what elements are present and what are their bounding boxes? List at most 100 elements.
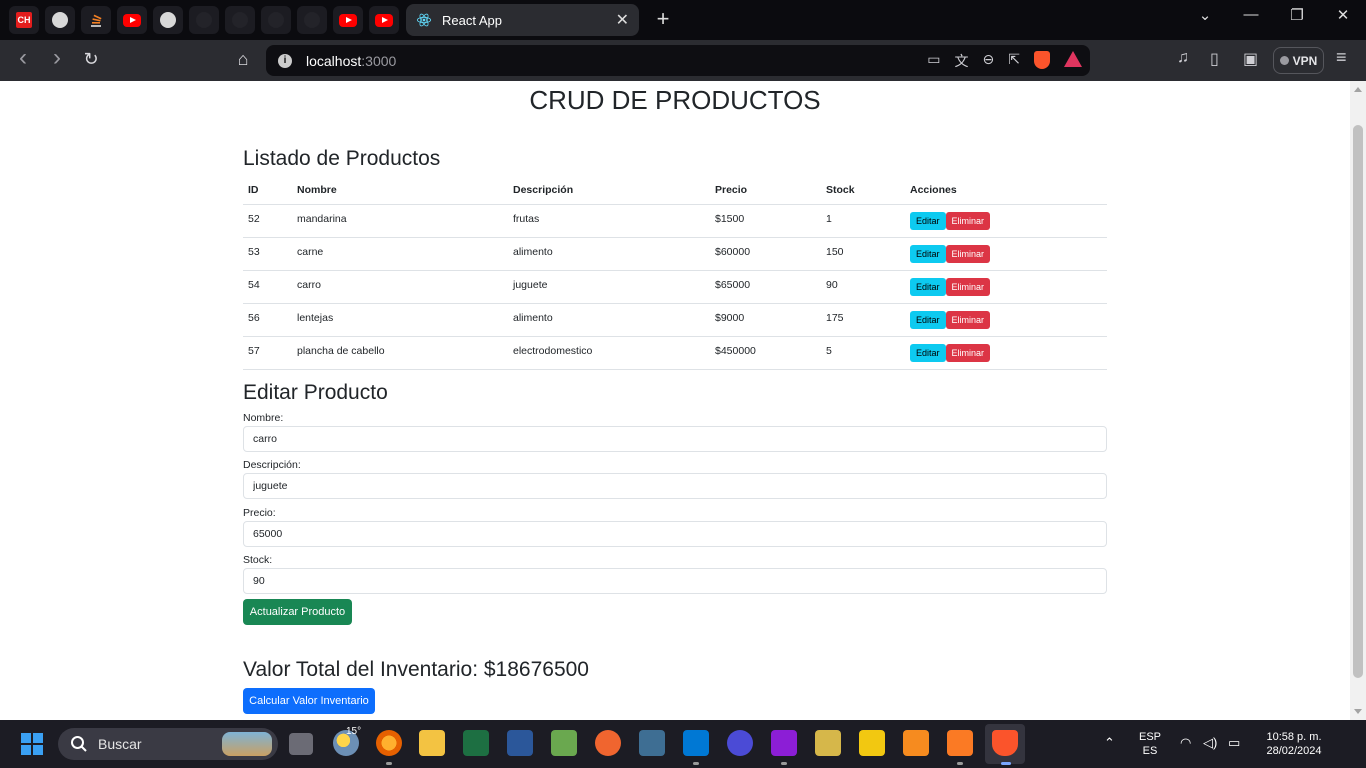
running-indicator [781, 762, 787, 765]
pinned-tab-ch[interactable]: CH [9, 6, 39, 34]
cell-descripcion: alimento [508, 237, 710, 271]
page-scrollbar[interactable] [1350, 81, 1366, 720]
pinned-tab-dark-1[interactable] [189, 6, 219, 34]
volume-icon[interactable]: ◁) [1203, 735, 1217, 751]
calculate-inventory-button[interactable]: Calcular Valor Inventario [243, 688, 375, 714]
edit-button[interactable]: Editar [910, 244, 946, 263]
update-product-button[interactable]: Actualizar Producto [243, 599, 352, 625]
tab-search-dropdown-icon[interactable]: ⌄ [1190, 6, 1220, 24]
page-title: CRUD DE PRODUCTOS [529, 85, 821, 115]
scroll-down-icon[interactable] [1354, 709, 1362, 714]
menu-icon[interactable]: ≡ [1336, 47, 1347, 68]
language-indicator[interactable]: ESP ES [1136, 730, 1164, 758]
power-bi-icon[interactable] [859, 730, 885, 756]
window-close-icon[interactable]: ✕ [1328, 6, 1358, 24]
nombre-input[interactable] [243, 426, 1107, 452]
wifi-icon[interactable]: ◠ [1180, 735, 1191, 751]
firefox-icon[interactable] [376, 730, 402, 756]
minimize-icon[interactable]: — [1236, 6, 1266, 23]
dark-favicon-icon [232, 12, 248, 28]
pinned-tab-stackoverflow[interactable] [81, 6, 111, 34]
edit-heading: Editar Producto [243, 381, 388, 404]
descripcion-input[interactable] [243, 473, 1107, 499]
battery-icon[interactable]: ▭ [1228, 735, 1240, 751]
brave-shields-icon[interactable] [1034, 51, 1050, 69]
wallet-icon[interactable]: ▣ [1243, 49, 1258, 69]
new-tab-button[interactable]: + [652, 8, 674, 30]
nombre-label: Nombre: [243, 412, 284, 424]
cell-id: 52 [243, 204, 292, 238]
list-heading: Listado de Productos [243, 147, 441, 170]
vpn-button[interactable]: VPN [1273, 47, 1324, 74]
task-view-icon[interactable] [289, 733, 313, 755]
pinned-tab-dark-4[interactable] [297, 6, 327, 34]
excel-icon[interactable] [463, 730, 489, 756]
delete-button[interactable]: Eliminar [945, 244, 991, 263]
active-tab[interactable]: React App ✕ [406, 4, 639, 36]
clock[interactable]: 10:58 p. m. 28/02/2024 [1256, 730, 1332, 758]
delete-button[interactable]: Eliminar [945, 277, 991, 296]
windows-start-icon[interactable] [21, 733, 43, 755]
translate-icon[interactable]: 文 [955, 51, 969, 71]
pinned-tab-youtube-2[interactable] [333, 6, 363, 34]
bookmark-icon[interactable]: ⌂ [232, 49, 254, 70]
delete-button[interactable]: Eliminar [945, 310, 991, 329]
tools-app-icon[interactable] [815, 730, 841, 756]
delete-button[interactable]: Eliminar [945, 343, 991, 362]
youtube-icon [375, 13, 393, 27]
edit-button[interactable]: Editar [910, 310, 946, 329]
sidebar-icon[interactable]: ▯ [1210, 49, 1219, 69]
reload-icon[interactable]: ↻ [80, 49, 102, 70]
maximize-icon[interactable]: ❐ [1282, 6, 1312, 24]
postman-icon[interactable] [595, 730, 621, 756]
edit-button[interactable]: Editar [910, 211, 946, 230]
edit-button[interactable]: Editar [910, 277, 946, 296]
forward-icon[interactable]: › [46, 44, 68, 72]
scroll-up-icon[interactable] [1354, 87, 1362, 92]
draw-app-icon[interactable] [903, 730, 929, 756]
delete-button[interactable]: Eliminar [945, 211, 991, 230]
share-icon[interactable]: ⇱ [1008, 51, 1020, 71]
pinned-tab-globe-1[interactable] [45, 6, 75, 34]
pinned-tab-youtube-3[interactable] [369, 6, 399, 34]
cell-nombre: carne [292, 237, 508, 271]
table-row: 57 plancha de cabello electrodomestico $… [243, 336, 1107, 370]
pinned-tab-globe-2[interactable] [153, 6, 183, 34]
table-header-row: ID Nombre Descripción Precio Stock Accio… [243, 177, 1107, 205]
cast-icon[interactable]: ▭ [927, 51, 940, 71]
brave-rewards-icon[interactable] [1064, 51, 1082, 67]
file-explorer-icon[interactable] [419, 730, 445, 756]
globe-icon [160, 12, 176, 28]
taskbar-search[interactable]: Buscar [58, 728, 278, 760]
precio-input[interactable] [243, 521, 1107, 547]
mysql-workbench-icon[interactable] [639, 730, 665, 756]
site-info-icon[interactable]: i [278, 53, 292, 68]
scroll-thumb[interactable] [1353, 125, 1363, 678]
pinned-tab-dark-2[interactable] [225, 6, 255, 34]
cell-acciones: Editar Eliminar [905, 270, 1107, 304]
vscode-icon[interactable] [683, 730, 709, 756]
edit-button[interactable]: Editar [910, 343, 946, 362]
pinned-tab-youtube-1[interactable] [117, 6, 147, 34]
stackoverflow-icon [91, 14, 102, 27]
clock-time: 10:58 p. m. [1266, 731, 1322, 743]
intellij-icon[interactable] [771, 730, 797, 756]
stock-input[interactable] [243, 568, 1107, 594]
pinned-tab-dark-3[interactable] [261, 6, 291, 34]
zoom-icon[interactable]: ⊖ [983, 51, 995, 71]
address-bar[interactable]: i localhost:3000 ▭ 文 ⊖ ⇱ [266, 45, 1090, 76]
word-icon[interactable] [507, 730, 533, 756]
tray-chevron-icon[interactable]: ⌃ [1104, 735, 1115, 751]
brave-icon[interactable] [992, 730, 1018, 756]
eclipse-icon[interactable] [727, 730, 753, 756]
ch-favicon-text: CH [17, 15, 31, 25]
back-icon[interactable]: ‹ [12, 44, 34, 72]
tab-close-icon[interactable]: ✕ [616, 10, 629, 30]
header-stock: Stock [821, 177, 905, 205]
notepad-plus-icon[interactable] [551, 730, 577, 756]
media-icon[interactable]: ♫ [1177, 49, 1189, 67]
active-tab-title: React App [442, 12, 502, 28]
dark-favicon-icon [304, 12, 320, 28]
xampp-icon[interactable] [947, 730, 973, 756]
header-id: ID [243, 177, 292, 205]
